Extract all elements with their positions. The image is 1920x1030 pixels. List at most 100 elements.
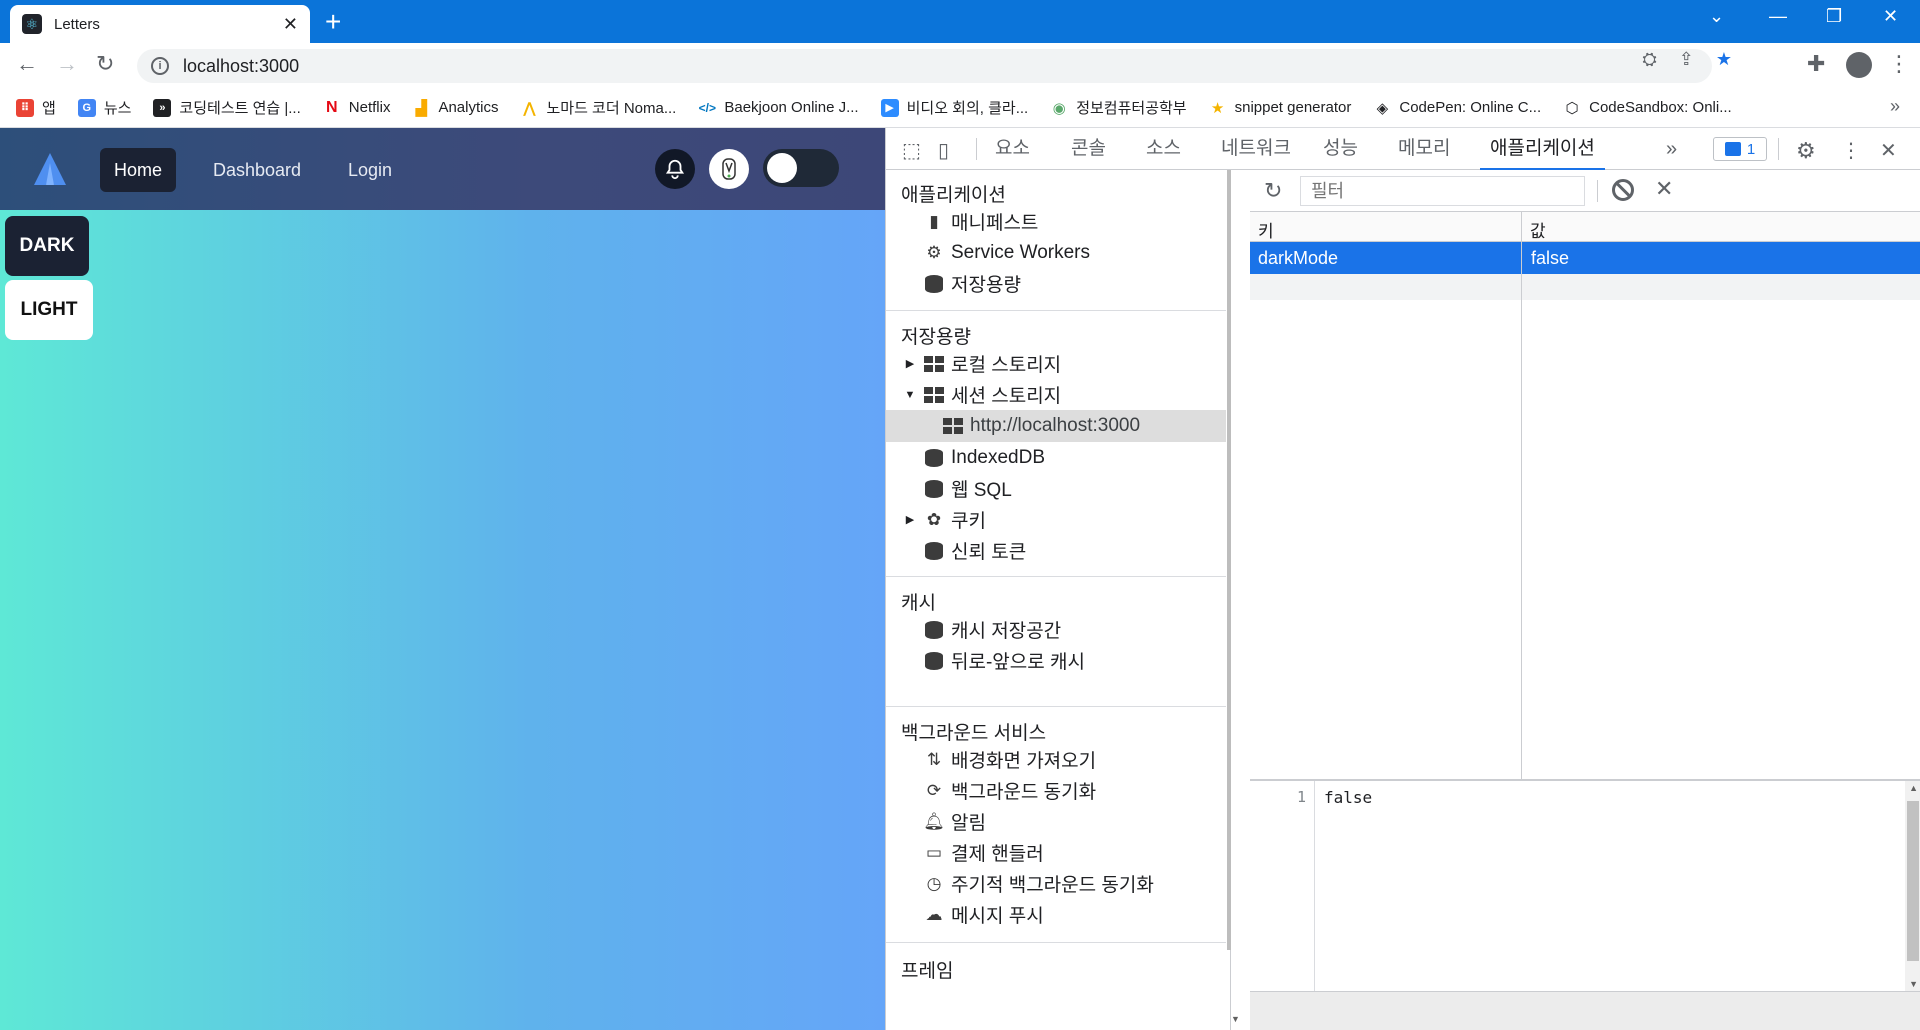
issues-badge[interactable]: 1 [1713,137,1767,161]
chrome-menu-icon[interactable]: ⋮ [1888,53,1910,75]
up-down-arrows-icon: ⇅ [926,749,942,769]
tab-memory[interactable]: 메모리 [1388,128,1460,170]
key-column-header[interactable]: 키 [1258,217,1274,242]
bookmark-item[interactable]: ★ snippet generator [1208,98,1351,117]
avatar[interactable] [709,149,749,189]
refresh-icon[interactable]: ↻ [1264,178,1282,204]
expand-arrow-icon[interactable]: ▶ [903,357,917,370]
new-tab-button[interactable]: + [325,8,341,36]
sidebar-item-bfcache[interactable]: 뒤로-앞으로 캐시 [886,645,1226,676]
tab-network[interactable]: 네트워크 [1211,128,1301,170]
sidebar-item-session-storage[interactable]: ▼ 세션 스토리지 [886,379,1226,410]
bookmark-item[interactable]: ◉ 정보컴퓨터공학부 [1050,97,1187,118]
settings-gear-icon[interactable]: ⚙ [1796,138,1816,164]
sidebar-item-push-messaging[interactable]: ☁ 메시지 푸시 [886,899,1226,930]
bookmark-item[interactable]: ⠿ 앱 [16,97,56,118]
storage-view: ↻ ✕ 키 값 darkMode false 1 false ▲ ▼ [1250,170,1920,1030]
bookmark-star-icon[interactable]: ★ [1716,49,1732,70]
delete-selected-icon[interactable]: ✕ [1655,176,1673,202]
sidebar-item-periodic-sync[interactable]: ◷ 주기적 백그라운드 동기화 [886,868,1226,899]
bookmark-item[interactable]: G 뉴스 [77,97,132,118]
app-logo-icon[interactable] [32,151,68,187]
nav-home-link[interactable]: Home [100,148,177,192]
programmers-icon: » [153,98,172,117]
bookmark-item[interactable]: ▟ Analytics [412,98,499,117]
sidebar-item-background-sync[interactable]: ⟳ 백그라운드 동기화 [886,775,1226,806]
close-window-button[interactable]: ✕ [1883,6,1898,27]
tab-elements[interactable]: 요소 [985,128,1040,170]
scroll-up-arrow-icon[interactable]: ▲ [1909,783,1918,793]
news-icon: G [77,98,96,117]
customize-menu-icon[interactable]: ⋮ [1841,138,1861,163]
sidebar-item-service-workers[interactable]: ⚙ Service Workers [886,237,1226,268]
filter-input[interactable] [1300,176,1585,206]
sidebar-item-storage[interactable]: 저장용량 [886,268,1226,299]
share-icon[interactable]: ⇪ [1679,49,1694,70]
translate-icon[interactable]: ⛭ [1642,49,1656,70]
collapse-arrow-icon[interactable]: ▼ [903,389,917,401]
value-preview: 1 false ▲ ▼ [1250,781,1920,991]
restore-button[interactable]: ❐ [1826,6,1842,27]
preview-scrollbar[interactable]: ▲ ▼ [1905,781,1920,991]
database-icon [923,651,945,671]
value-column-header[interactable]: 값 [1530,217,1546,242]
browser-tab[interactable]: ⚛ Letters ✕ [10,5,310,43]
sidebar-item-session-origin[interactable]: http://localhost:3000 [886,410,1226,442]
back-button[interactable]: ← [16,53,38,75]
expand-arrow-icon[interactable]: ▶ [903,513,917,526]
bookmark-item[interactable]: ⬡ CodeSandbox: Onli... [1563,98,1732,117]
minimize-button[interactable]: — [1769,6,1787,27]
inspect-element-icon[interactable]: ⬚ [902,138,921,163]
sidebar-item-background-fetch[interactable]: ⇅ 배경화면 가져오기 [886,744,1226,775]
close-devtools-icon[interactable]: ✕ [1880,138,1897,163]
scroll-down-arrow-icon[interactable]: ▼ [1231,1014,1240,1024]
dark-mode-toggle[interactable] [763,149,839,187]
reload-button[interactable]: ↻ [96,53,114,75]
sidebar-item-websql[interactable]: 웹 SQL [886,473,1226,504]
bookmark-item[interactable]: » 코딩테스트 연습 |... [153,97,301,118]
bookmark-item[interactable]: N Netflix [322,98,390,117]
sidebar-scrollbar[interactable] [1227,170,1231,950]
sidebar-item-indexeddb[interactable]: IndexedDB [886,442,1226,473]
address-bar[interactable]: i localhost:3000 [137,49,1712,83]
profile-avatar-icon[interactable] [1846,52,1872,78]
light-theme-button[interactable]: LIGHT [5,280,93,340]
dark-theme-button[interactable]: DARK [5,216,89,276]
table-row[interactable]: darkMode false [1250,242,1920,274]
tab-console[interactable]: 콘솔 [1061,128,1116,170]
tab-search-icon[interactable]: ⌄ [1709,6,1724,27]
sidebar-item-notifications[interactable]: 🔔︎ 알림 [886,806,1226,837]
sidebar-item-cache-storage[interactable]: 캐시 저장공간 [886,614,1226,645]
tab-application[interactable]: 애플리케이션 [1480,128,1605,170]
device-toolbar-icon[interactable]: ▯ [938,138,949,163]
clear-all-icon[interactable] [1612,179,1634,201]
sidebar-item-manifest[interactable]: ▮ 매니페스트 [886,206,1226,237]
tab-performance[interactable]: 성능 [1313,128,1368,170]
tab-sources[interactable]: 소스 [1136,128,1191,170]
scroll-down-arrow-icon[interactable]: ▼ [1909,979,1918,989]
bookmark-label: Analytics [438,99,499,116]
nav-login-link[interactable]: Login [334,148,406,192]
bookmark-item[interactable]: ▶ 비디오 회의, 클라... [880,97,1028,118]
bookmark-item[interactable]: ⋀ 노마드 코더 Noma... [520,97,676,118]
sidebar-item-cookies[interactable]: ▶ ✿ 쿠키 [886,504,1226,535]
extensions-icon[interactable]: ✚ [1807,53,1825,75]
sidebar-item-label: 주기적 백그라운드 동기화 [951,875,1154,896]
more-bookmarks-icon[interactable]: » [1890,96,1900,117]
bookmark-label: 뉴스 [103,100,132,117]
nav-dashboard-link[interactable]: Dashboard [199,148,315,192]
bookmark-item[interactable]: ◈ CodePen: Online C... [1373,98,1541,117]
sidebar-item-payment-handler[interactable]: ▭ 결제 핸들러 [886,837,1226,868]
site-info-icon[interactable]: i [151,57,169,75]
bell-icon[interactable] [655,149,695,189]
forward-button[interactable]: → [56,53,78,75]
sidebar-item-local-storage[interactable]: ▶ 로컬 스토리지 [886,348,1226,379]
apps-grid-icon: ⠿ [16,98,34,117]
more-tabs-icon[interactable]: » [1666,138,1677,161]
column-divider[interactable] [1521,212,1522,779]
sidebar-item-trust-tokens[interactable]: 신뢰 토큰 [886,535,1226,566]
bookmark-item[interactable]: </> Baekjoon Online J... [698,98,859,117]
empty-table-row[interactable] [1250,274,1920,300]
close-tab-icon[interactable]: ✕ [283,14,298,35]
scroll-thumb[interactable] [1907,801,1919,961]
